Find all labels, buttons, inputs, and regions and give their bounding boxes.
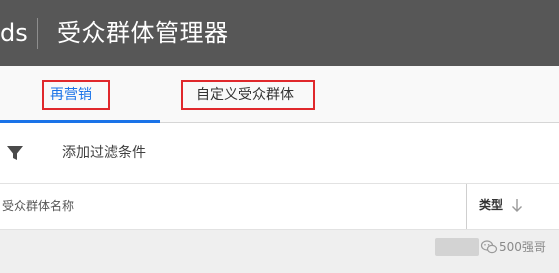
column-header-audience-name[interactable]: 受众群体名称 <box>2 198 74 214</box>
watermark-text: 500强哥 <box>499 240 546 254</box>
blurred-watermark-region <box>435 238 479 256</box>
table-header: 受众群体名称 类型 <box>0 184 559 230</box>
funnel-icon[interactable] <box>6 144 24 162</box>
tab-remarketing[interactable]: 再营销 <box>0 66 160 123</box>
page-title: 受众群体管理器 <box>57 19 229 47</box>
brand-name-partial: ds <box>0 19 28 47</box>
filter-bar: 添加过滤条件 <box>0 123 559 184</box>
top-header-bar: ds 受众群体管理器 <box>0 0 559 66</box>
wechat-icon <box>480 240 498 254</box>
column-header-type[interactable]: 类型 <box>479 197 503 213</box>
tab-remarketing-label: 再营销 <box>50 87 92 103</box>
tab-custom-audiences-label: 自定义受众群体 <box>196 87 294 103</box>
arrow-down-icon[interactable] <box>511 198 523 213</box>
column-divider <box>466 184 467 229</box>
tab-custom-audiences[interactable]: 自定义受众群体 <box>186 66 326 122</box>
tab-bar: 再营销 自定义受众群体 <box>0 66 559 123</box>
header-divider <box>37 18 38 49</box>
add-filter-link[interactable]: 添加过滤条件 <box>62 144 146 162</box>
